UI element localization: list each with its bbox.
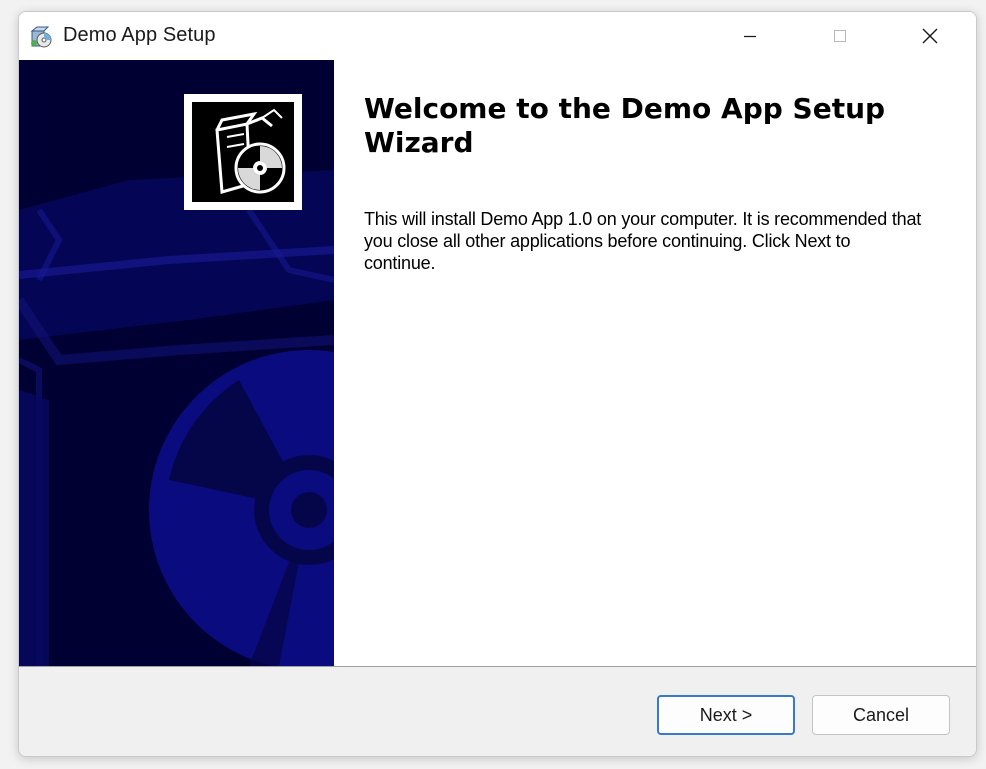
welcome-description: This will install Demo App 1.0 on your c…: [364, 209, 922, 273]
cancel-button[interactable]: Cancel: [812, 695, 950, 735]
close-button[interactable]: [907, 12, 953, 60]
wizard-sidebar-image: [19, 60, 334, 666]
wizard-content: Welcome to the Demo App Setup Wizard Thi…: [334, 60, 976, 666]
page-title: Welcome to the Demo App Setup Wizard: [364, 92, 886, 159]
setup-box-cd-icon: [215, 108, 286, 194]
maximize-icon: [834, 30, 846, 42]
minimize-button[interactable]: [727, 12, 773, 60]
window-title: Demo App Setup: [63, 24, 216, 46]
next-button[interactable]: Next >: [657, 695, 795, 735]
installer-app-icon: [29, 24, 53, 48]
maximize-button: [817, 12, 863, 60]
setup-window: Demo App Setup Welcome to the Demo App S…: [18, 11, 977, 757]
close-icon: [922, 28, 938, 44]
minimize-icon: [744, 35, 756, 38]
wizard-footer: Next > Cancel: [19, 667, 976, 756]
title-bar[interactable]: Demo App Setup: [19, 12, 976, 60]
